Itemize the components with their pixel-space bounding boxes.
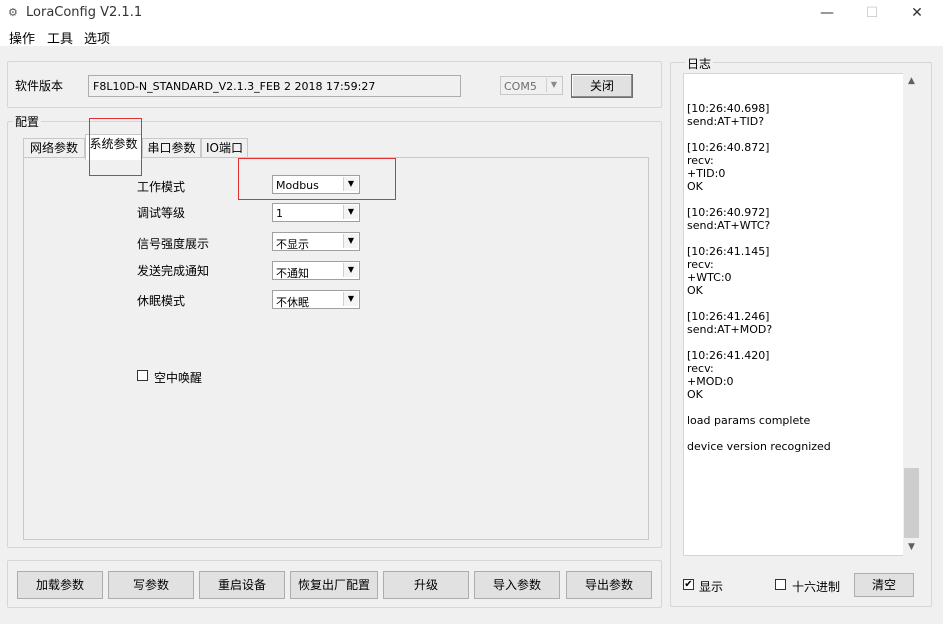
air-wakeup-label: 空中唤醒 xyxy=(154,371,203,385)
send-notify-select[interactable]: 不通知 ▼ xyxy=(272,261,360,280)
menu-tools[interactable]: 工具 xyxy=(47,28,73,47)
log-entry: [10:26:40.698] send:AT+TID? xyxy=(687,102,902,128)
highlight-box-mode xyxy=(238,158,396,200)
sleep-mode-select[interactable]: 不休眠 ▼ xyxy=(272,290,360,309)
log-line: recv: xyxy=(687,362,714,375)
log-line: load params complete xyxy=(687,414,811,427)
write-params-button[interactable]: 写参数 xyxy=(108,571,194,599)
menu-bar: 操作 工具 选项 xyxy=(0,26,943,47)
sleep-mode-value: 不休眠 xyxy=(276,296,309,309)
log-entry: [10:26:41.420] recv: +MOD:0 OK xyxy=(687,349,902,401)
menu-operate[interactable]: 操作 xyxy=(9,28,35,47)
import-params-button[interactable]: 导入参数 xyxy=(474,571,560,599)
window-title: LoraConfig V2.1.1 xyxy=(26,5,143,20)
config-group-title: 配置 xyxy=(13,113,42,130)
log-line: send:AT+TID? xyxy=(687,115,765,128)
debug-level-label: 调试等级 xyxy=(137,206,186,220)
com-port-value: COM5 xyxy=(504,80,537,93)
restart-device-button[interactable]: 重启设备 xyxy=(199,571,285,599)
signal-strength-select[interactable]: 不显示 ▼ xyxy=(272,232,360,251)
log-line: +WTC:0 xyxy=(687,271,732,284)
title-bar: ⚙ LoraConfig V2.1.1 — ☐ ✕ xyxy=(0,0,943,26)
log-line: recv: xyxy=(687,154,714,167)
air-wakeup-checkbox[interactable] xyxy=(137,370,148,381)
log-line: [10:26:40.972] xyxy=(687,206,770,219)
log-line: send:AT+MOD? xyxy=(687,323,773,336)
tab-network-params[interactable]: 网络参数 xyxy=(23,138,85,158)
log-entry: [10:26:41.246] send:AT+MOD? xyxy=(687,310,902,336)
log-line: [10:26:41.145] xyxy=(687,245,770,258)
version-value-field[interactable]: F8L10D-N_STANDARD_V2.1.3_FEB 2 2018 17:5… xyxy=(88,75,461,97)
scroll-up-icon[interactable]: ▲ xyxy=(903,73,920,90)
log-line: OK xyxy=(687,388,703,401)
minimize-button[interactable]: — xyxy=(804,0,850,26)
chevron-down-icon: ▼ xyxy=(343,292,358,306)
chevron-down-icon: ▼ xyxy=(343,234,358,248)
log-entry: [10:26:41.145] recv: +WTC:0 OK xyxy=(687,245,902,297)
hex-checkbox[interactable] xyxy=(775,579,786,590)
factory-reset-button[interactable]: 恢复出厂配置 xyxy=(290,571,378,599)
log-entry: [10:26:40.872] recv: +TID:0 OK xyxy=(687,141,902,193)
app-icon: ⚙ xyxy=(8,6,18,19)
scrollbar-thumb[interactable] xyxy=(904,468,919,538)
sleep-mode-label: 休眠模式 xyxy=(137,294,186,308)
signal-strength-value: 不显示 xyxy=(276,238,309,251)
log-textarea[interactable]: [10:26:40.698] send:AT+TID? [10:26:40.872]… xyxy=(683,73,920,556)
tab-io-port[interactable]: IO端口 xyxy=(201,138,248,158)
clear-log-button[interactable]: 清空 xyxy=(854,573,914,597)
log-line: send:AT+WTC? xyxy=(687,219,771,232)
log-line: [10:26:41.246] xyxy=(687,310,770,323)
menu-options[interactable]: 选项 xyxy=(84,28,110,47)
log-group-title: 日志 xyxy=(685,55,714,72)
log-entry: [10:26:40.972] send:AT+WTC? xyxy=(687,206,902,232)
log-line: recv: xyxy=(687,258,714,271)
log-line: +MOD:0 xyxy=(687,375,734,388)
log-entry: load params complete xyxy=(687,414,902,427)
show-log-checkbox[interactable]: ✔ xyxy=(683,579,694,590)
highlight-box-tab xyxy=(89,118,142,176)
load-params-button[interactable]: 加载参数 xyxy=(17,571,103,599)
log-line: [10:26:40.872] xyxy=(687,141,770,154)
hex-label: 十六进制 xyxy=(792,580,841,594)
signal-strength-label: 信号强度展示 xyxy=(137,237,210,251)
log-line: device version recognized xyxy=(687,440,831,453)
version-label: 软件版本 xyxy=(15,79,64,93)
close-port-button[interactable]: 关闭 xyxy=(571,74,633,98)
log-line: [10:26:40.698] xyxy=(687,102,770,115)
chevron-down-icon: ▼ xyxy=(343,205,358,219)
maximize-button[interactable]: ☐ xyxy=(849,0,895,26)
close-window-button[interactable]: ✕ xyxy=(894,0,940,26)
upgrade-button[interactable]: 升级 xyxy=(383,571,469,599)
log-line: +TID:0 xyxy=(687,167,726,180)
work-mode-label: 工作模式 xyxy=(137,180,186,194)
debug-level-value: 1 xyxy=(276,207,283,220)
log-line: OK xyxy=(687,180,703,193)
send-notify-value: 不通知 xyxy=(276,267,309,280)
chevron-down-icon: ▼ xyxy=(546,78,561,92)
log-entry: device version recognized xyxy=(687,440,902,453)
chevron-down-icon: ▼ xyxy=(343,263,358,277)
com-port-select[interactable]: COM5 ▼ xyxy=(500,76,563,95)
scroll-down-icon[interactable]: ▼ xyxy=(903,539,920,556)
export-params-button[interactable]: 导出参数 xyxy=(566,571,652,599)
check-icon: ✔ xyxy=(684,579,693,590)
log-line: OK xyxy=(687,284,703,297)
send-notify-label: 发送完成通知 xyxy=(137,264,210,278)
tab-serial-params[interactable]: 串口参数 xyxy=(142,138,201,158)
log-line: [10:26:41.420] xyxy=(687,349,770,362)
debug-level-select[interactable]: 1 ▼ xyxy=(272,203,360,222)
log-content: [10:26:40.698] send:AT+TID? [10:26:40.872]… xyxy=(687,102,902,466)
log-scrollbar[interactable]: ▲ ▼ xyxy=(903,73,920,556)
show-log-label: 显示 xyxy=(699,580,724,594)
